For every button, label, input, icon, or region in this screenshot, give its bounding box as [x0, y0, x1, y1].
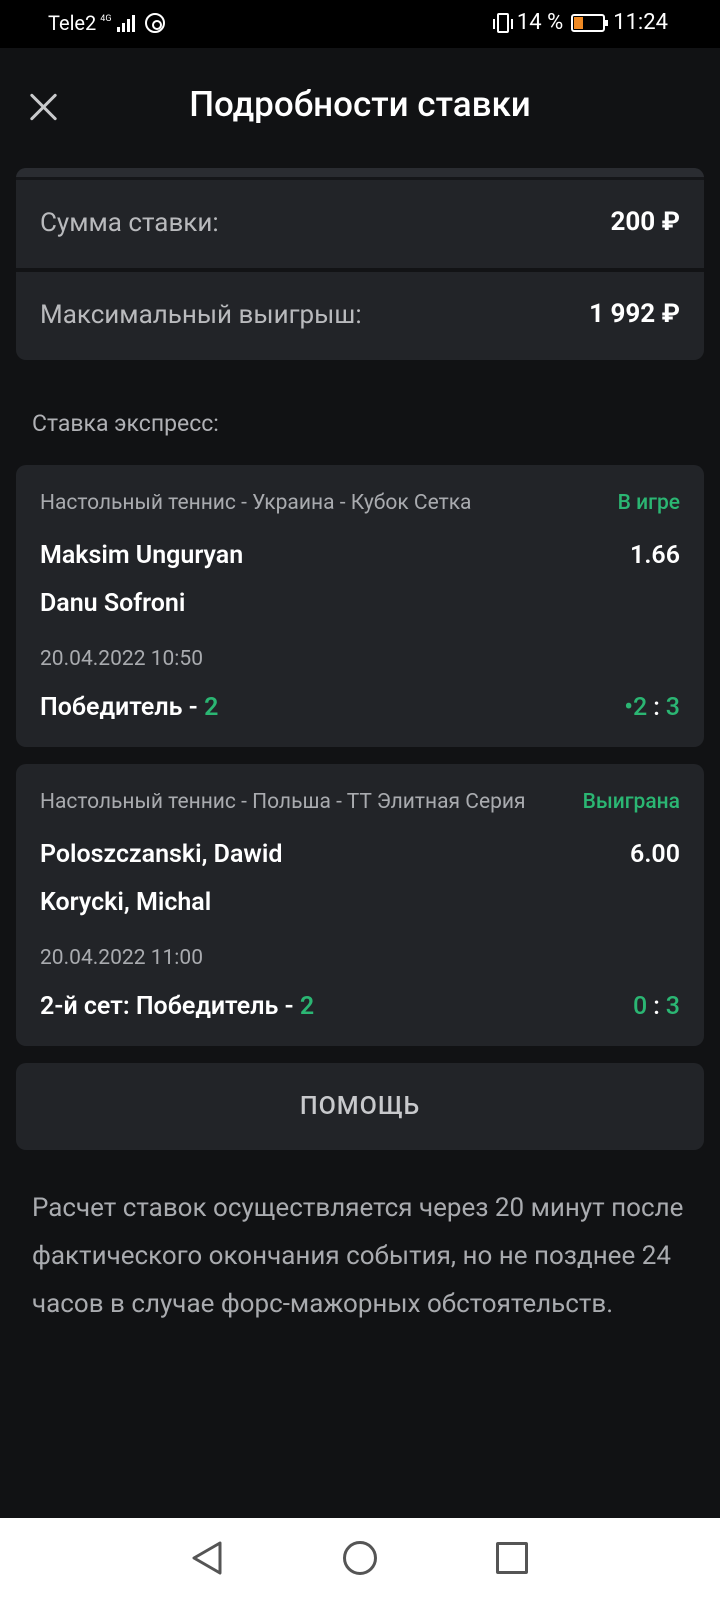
event-score: 0:3 — [633, 992, 680, 1021]
bet-summary-card: Сумма ставки: 200 ₽ Максимальный выигрыш… — [16, 168, 704, 360]
event-score: •2:3 — [624, 693, 680, 722]
score-separator: : — [653, 693, 660, 722]
event-team-2: Danu Sofroni — [40, 589, 186, 618]
event-league: Настольный теннис - Польша - ТТ Элитная … — [40, 790, 526, 814]
carrier-name: Tele2 — [48, 11, 97, 35]
status-bar-left: Tele2 4G — [48, 11, 166, 35]
status-bar-right: 14 % 11:24 — [492, 10, 668, 35]
page-title: Подробности ставки — [189, 84, 531, 125]
signal-icon — [117, 14, 136, 32]
event-market-label: Победитель - — [40, 693, 205, 722]
summary-top-edge — [16, 168, 704, 180]
section-title: Ставка экспресс: — [32, 410, 219, 437]
event-status: Выиграна — [582, 790, 680, 814]
max-win-row: Максимальный выигрыш: 1 992 ₽ — [16, 272, 704, 360]
whatsapp-icon — [145, 13, 166, 33]
event-card[interactable]: Настольный теннис - Украина - Кубок Сетк… — [16, 465, 704, 747]
event-datetime: 20.04.2022 10:50 — [40, 647, 203, 671]
event-market: Победитель - 2 — [40, 693, 218, 722]
event-team-1: Maksim Unguryan — [40, 541, 244, 570]
battery-percent: 14 % — [516, 10, 564, 35]
settlement-disclaimer: Расчет ставок осуществляется через 20 ми… — [32, 1193, 684, 1319]
recent-square-icon[interactable] — [496, 1542, 528, 1574]
event-team-2: Korycki, Michal — [40, 888, 212, 917]
network-type: 4G — [100, 13, 112, 24]
event-market: 2-й сет: Победитель - 2 — [40, 992, 314, 1021]
score-right: 3 — [665, 693, 680, 722]
max-win-label: Максимальный выигрыш: — [40, 300, 362, 330]
back-triangle-icon[interactable] — [190, 1540, 224, 1576]
stake-row: Сумма ставки: 200 ₽ — [16, 180, 704, 268]
score-left: •2 — [624, 693, 648, 722]
stake-label: Сумма ставки: — [40, 208, 219, 238]
event-status: В игре — [617, 491, 680, 515]
battery-icon — [571, 13, 609, 32]
event-odds: 6.00 — [630, 840, 680, 869]
help-button[interactable]: ПОМОЩЬ — [16, 1063, 704, 1150]
system-nav-bar — [0, 1518, 720, 1600]
event-league: Настольный теннис - Украина - Кубок Сетк… — [40, 491, 472, 515]
score-right: 3 — [665, 992, 680, 1021]
event-odds: 1.66 — [630, 541, 680, 570]
score-left: 0 — [632, 992, 648, 1021]
clock: 11:24 — [613, 10, 668, 35]
event-card[interactable]: Настольный теннис - Польша - ТТ Элитная … — [16, 764, 704, 1046]
event-pick: 2 — [299, 992, 315, 1021]
vibrate-icon — [492, 12, 513, 33]
status-bar: Tele2 4G 14 % 11:24 — [0, 0, 720, 48]
event-pick: 2 — [204, 693, 219, 722]
score-separator: : — [653, 992, 660, 1021]
max-win-value: 1 992 ₽ — [589, 299, 680, 329]
event-market-label: 2-й сет: Победитель - — [40, 992, 300, 1021]
stake-value: 200 ₽ — [610, 207, 680, 237]
app-bar: Подробности ставки — [0, 48, 720, 166]
home-circle-icon[interactable] — [343, 1541, 377, 1575]
event-datetime: 20.04.2022 11:00 — [40, 946, 203, 970]
event-team-1: Poloszczanski, Dawid — [40, 840, 283, 869]
